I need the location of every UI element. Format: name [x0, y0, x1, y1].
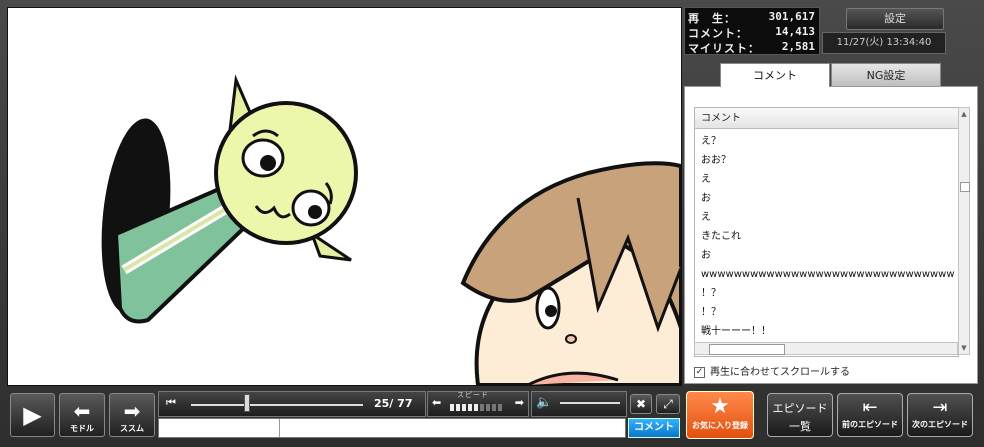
speed-segment[interactable] — [474, 404, 478, 411]
fullscreen-button[interactable]: ⤢ — [656, 394, 680, 414]
speed-segment[interactable] — [462, 404, 466, 411]
play-count-value: 301,617 — [768, 10, 815, 23]
settings-button[interactable]: 設定 — [846, 8, 944, 30]
list-item[interactable]: きたこれ — [695, 227, 955, 246]
seek-track[interactable] — [191, 404, 363, 406]
comment-rows: え？ おお？ え お え きたこれ お wwwwwwwwwwwwwwwwwwww… — [695, 132, 955, 341]
datetime-display: 11/27(火) 13:34:40 — [822, 32, 946, 54]
horizontal-scrollbar[interactable] — [694, 342, 958, 355]
list-item[interactable]: お — [695, 189, 955, 208]
tab-ng-settings[interactable]: NG設定 — [831, 63, 941, 87]
autoscroll-checkbox[interactable]: ✓ — [694, 366, 705, 378]
back-label: モドル — [70, 424, 94, 433]
close-icon: ✖ — [635, 397, 647, 411]
scroll-up-icon[interactable]: ▲ — [960, 109, 968, 119]
video-screen[interactable] — [7, 7, 682, 386]
forward-button[interactable]: ➡ ススム — [109, 393, 155, 437]
favorite-label: お気に入り登録 — [692, 421, 748, 430]
list-item[interactable]: ！？ — [695, 303, 955, 322]
player-window: 再 生： 301,617 コメント： 14,413 マイリスト： 2,581 設… — [0, 0, 984, 447]
autoscroll-label: 再生に合わせてスクロールする — [710, 367, 850, 378]
expand-icon: ⤢ — [663, 397, 673, 411]
total-count: 77 — [397, 397, 413, 410]
comment-hide-button[interactable]: ✖ — [630, 394, 652, 414]
prev-episode-label: 前のエピソード — [842, 420, 898, 429]
volume-control[interactable]: 🔈 — [531, 391, 627, 417]
comment-input-divider — [279, 419, 280, 437]
list-item[interactable]: 戦十ーーー！！ — [695, 322, 955, 341]
video-frame-illustration — [101, 74, 681, 385]
list-item[interactable]: え — [695, 170, 955, 189]
play-button[interactable]: ▶ — [10, 393, 55, 437]
volume-slider[interactable] — [560, 402, 620, 404]
speed-label: スピード — [457, 391, 489, 399]
arrow-right-icon: ➡ — [123, 399, 141, 423]
list-item[interactable]: え？ — [695, 132, 955, 151]
back-button[interactable]: ⬅ モドル — [59, 393, 105, 437]
speaker-icon[interactable]: 🔈 — [536, 395, 552, 410]
vertical-scrollbar[interactable]: ▲ ▼ — [958, 107, 970, 355]
speed-segment[interactable] — [450, 404, 454, 411]
mylist-count-value: 2,581 — [781, 40, 815, 53]
comment-count-value: 14,413 — [775, 25, 815, 38]
arrow-left-icon: ⬅ — [73, 399, 91, 423]
stats-panel: 再 生： 301,617 コメント： 14,413 マイリスト： 2,581 — [684, 7, 820, 55]
comment-panel: コメント え？ おお？ え お え きたこれ お wwwwwwwwwwwwwww… — [684, 86, 978, 384]
speed-up-icon[interactable]: ➡ — [515, 396, 524, 409]
episode-list-button[interactable]: エピソード 一覧 — [767, 393, 833, 437]
comment-list-header[interactable]: コメント — [695, 108, 958, 129]
mylist-count-row: マイリスト： 2,581 — [685, 39, 819, 55]
scroll-down-icon[interactable]: ▼ — [960, 343, 968, 353]
speed-down-icon[interactable]: ⬅ — [432, 396, 441, 409]
prev-episode-icon: ⇤ — [862, 397, 878, 418]
forward-label: ススム — [120, 424, 144, 433]
comment-list[interactable]: コメント え？ おお？ え お え きたこれ お wwwwwwwwwwwwwww… — [694, 107, 959, 357]
list-item[interactable]: ！？ — [695, 284, 955, 303]
comment-count-row: コメント： 14,413 — [685, 24, 819, 40]
speed-segment[interactable] — [498, 404, 502, 411]
position-readout: 25/ 77 — [374, 397, 412, 410]
next-episode-label: 次のエピソード — [912, 420, 968, 429]
list-item[interactable]: wwwwwwwwwwwwwwwwwwwwwwwwwwwwwwww — [695, 265, 955, 284]
comment-submit-button[interactable]: コメント — [628, 418, 680, 438]
episode-list-label-1: エピソード — [772, 402, 828, 415]
speed-segment[interactable] — [480, 404, 484, 411]
speed-segment[interactable] — [456, 404, 460, 411]
skip-to-start-icon[interactable]: ⏮ — [166, 396, 176, 410]
play-count-row: 再 生： 301,617 — [685, 9, 819, 25]
comment-input[interactable] — [158, 418, 626, 438]
star-icon: ★ — [710, 394, 730, 419]
seek-knob[interactable] — [244, 394, 250, 412]
play-icon: ▶ — [23, 401, 42, 429]
next-episode-icon: ⇥ — [932, 397, 948, 418]
list-item[interactable]: お — [695, 246, 955, 265]
tab-comment[interactable]: コメント — [720, 63, 830, 87]
favorite-button[interactable]: ★ お気に入り登録 — [686, 391, 754, 439]
speed-segment[interactable] — [492, 404, 496, 411]
mylist-count-label: マイリスト： — [688, 42, 760, 55]
speed-segment[interactable] — [486, 404, 490, 411]
speed-segment[interactable] — [468, 404, 472, 411]
list-item[interactable]: え — [695, 208, 955, 227]
prev-episode-button[interactable]: ⇤ 前のエピソード — [837, 393, 903, 437]
vertical-scroll-thumb[interactable] — [960, 182, 970, 192]
list-item[interactable]: おお？ — [695, 151, 955, 170]
next-episode-button[interactable]: ⇥ 次のエピソード — [907, 393, 973, 437]
horizontal-scroll-thumb[interactable] — [709, 344, 785, 355]
autoscroll-option[interactable]: ✓ 再生に合わせてスクロールする — [694, 363, 850, 378]
episode-list-label-2: 一覧 — [789, 420, 811, 433]
current-position: 25/ — [374, 397, 394, 410]
